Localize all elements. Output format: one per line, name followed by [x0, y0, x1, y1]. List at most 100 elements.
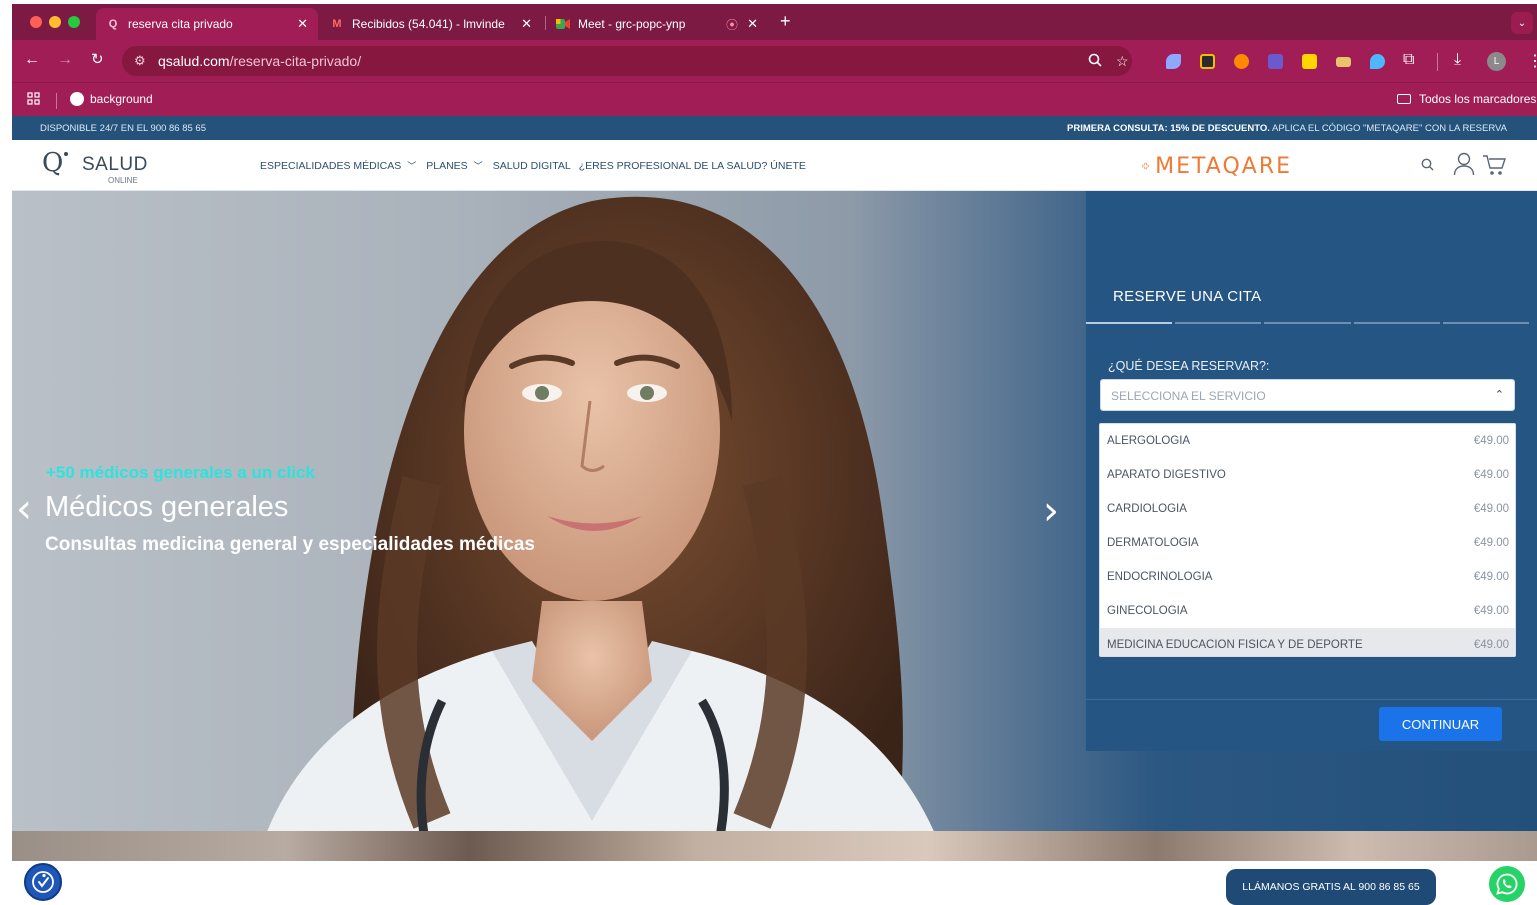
nav-planes[interactable]: PLANES ﹀: [426, 159, 482, 172]
floating-actions-bar: LLÁMANOS GRATIS AL 900 86 85 65: [12, 861, 1537, 905]
service-select[interactable]: SELECCIONA EL SERVICIO ⌃: [1100, 379, 1515, 411]
logo-mark-icon: Q: [42, 148, 64, 178]
slider-next-arrow-icon[interactable]: ›: [1043, 491, 1059, 531]
chevron-up-icon: ⌃: [1494, 389, 1504, 401]
logo-tagline: ONLINE: [108, 176, 138, 185]
whatsapp-button[interactable]: [1489, 866, 1525, 902]
browser-menu-icon[interactable]: ⋮: [1527, 51, 1537, 71]
service-option[interactable]: CARDIOLOGIA €49.00: [1100, 492, 1515, 526]
search-icon[interactable]: [1421, 158, 1434, 176]
continue-button[interactable]: CONTINUAR: [1379, 707, 1502, 741]
extension-badge-icon[interactable]: [1200, 54, 1215, 69]
nav-especialidades[interactable]: ESPECIALIDADES MÉDICAS ﹀: [260, 159, 416, 172]
minimize-window-button[interactable]: [49, 16, 61, 28]
nav-profesional[interactable]: ¿ERES PROFESIONAL DE LA SALUD? ÚNETE: [579, 160, 806, 172]
metaqare-logo[interactable]: METAQARE: [1142, 150, 1292, 182]
bookmark-label: background: [90, 92, 153, 106]
user-account-icon[interactable]: [1453, 152, 1475, 181]
tab-reserva-cita[interactable]: Q reserva cita privado ✕: [96, 8, 318, 40]
metaqare-cross-icon: [1142, 162, 1149, 170]
site-favicon-icon: Q: [108, 18, 118, 30]
extensions-puzzle-icon[interactable]: ⧉: [1403, 51, 1414, 69]
new-tab-button[interactable]: +: [780, 12, 791, 30]
browser-window: Q reserva cita privado ✕ M Recibidos (54…: [12, 4, 1537, 905]
extension-tray-icon[interactable]: [1336, 57, 1351, 67]
step-indicator: [1264, 322, 1351, 324]
hero-headline: Médicos generales: [45, 491, 289, 523]
chevron-down-icon: ﹀: [473, 161, 483, 171]
metaqare-wordmark: METAQARE: [1155, 153, 1292, 179]
service-dropdown-list: ALERGOLOGIA €49.00 APARATO DIGESTIVO €49.0…: [1099, 423, 1516, 657]
whatsapp-icon: [1496, 873, 1518, 895]
tab-search-icon[interactable]: ⌄: [1511, 12, 1533, 34]
extension-pin-icon[interactable]: [1370, 54, 1385, 69]
slider-prev-arrow-icon[interactable]: ‹: [16, 489, 32, 529]
extension-flame-icon[interactable]: [1234, 54, 1249, 69]
bookmark-star-icon[interactable]: ☆: [1116, 53, 1129, 70]
profile-avatar[interactable]: L: [1487, 52, 1506, 71]
tab-title: Recibidos (54.041) - lmvinde: [352, 17, 505, 31]
extension-dollar-icon[interactable]: [1302, 54, 1317, 69]
meet-icon: [556, 17, 570, 31]
back-arrow-icon[interactable]: ←: [24, 52, 40, 68]
bookmarks-bar: background Todos los marcadores: [12, 82, 1537, 116]
tab-strip: Q reserva cita privado ✕ M Recibidos (54…: [12, 4, 1537, 40]
bookmark-label: Todos los marcadores: [1419, 92, 1537, 106]
tab-title: Meet - grc-popc-ynp: [578, 17, 686, 31]
service-option[interactable]: APARATO DIGESTIVO €49.00: [1100, 458, 1515, 492]
logo-text: SALUD: [82, 154, 148, 175]
reload-icon[interactable]: ↻: [91, 52, 104, 68]
download-icon[interactable]: ⤓: [1454, 51, 1461, 69]
site-info-icon[interactable]: ⚙: [134, 53, 146, 69]
apps-grid-icon[interactable]: [27, 92, 40, 105]
service-option[interactable]: DERMATOLOGIA €49.00: [1100, 526, 1515, 560]
tab-meet[interactable]: Meet - grc-popc-ynp ⦿ ✕: [546, 8, 768, 40]
extension-feather-icon[interactable]: [1166, 54, 1181, 69]
globe-icon: [70, 92, 84, 106]
logo-dot: [64, 152, 68, 156]
accessibility-icon: [32, 871, 54, 893]
service-question-label: ¿QUÉ DESEA RESERVAR?:: [1108, 359, 1270, 373]
tab-gmail[interactable]: M Recibidos (54.041) - lmvinde ✕: [320, 8, 542, 40]
accessibility-button[interactable]: [24, 863, 62, 901]
service-option[interactable]: ALERGOLOGIA €49.00: [1100, 424, 1515, 458]
close-window-button[interactable]: [30, 16, 42, 28]
maximize-window-button[interactable]: [68, 16, 80, 28]
step-indicator: [1353, 322, 1440, 324]
panel-divider: [1086, 699, 1537, 700]
gmail-icon: M: [332, 18, 342, 30]
toolbar-divider: [1437, 53, 1438, 71]
call-free-button[interactable]: LLÁMANOS GRATIS AL 900 86 85 65: [1226, 869, 1436, 905]
service-option[interactable]: GINECOLOGIA €49.00: [1100, 594, 1515, 628]
main-nav: ESPECIALIDADES MÉDICAS ﹀ PLANES ﹀ SALUD DI…: [260, 159, 816, 172]
recording-indicator-icon: ⦿: [725, 18, 738, 32]
doctor-portrait-image: [267, 196, 934, 831]
step-indicator: [1086, 322, 1173, 324]
close-tab-icon[interactable]: ✕: [747, 16, 758, 32]
booking-title: RESERVE UNA CITA: [1113, 288, 1262, 305]
close-tab-icon[interactable]: ✕: [297, 16, 308, 32]
folder-icon: [1397, 94, 1411, 104]
bookmark-background[interactable]: background: [70, 92, 153, 106]
zoom-icon[interactable]: [1088, 53, 1102, 70]
bookmark-divider: [56, 93, 57, 109]
cart-icon[interactable]: [1482, 154, 1506, 181]
address-bar[interactable]: ⚙ qsalud.com/reserva-cita-privado/ ☆: [122, 46, 1132, 76]
booking-steps-progress: [1086, 322, 1530, 324]
service-select-placeholder: SELECCIONA EL SERVICIO: [1111, 389, 1266, 403]
service-option-highlighted[interactable]: MEDICINA EDUCACION FISICA Y DE DEPORTE €4…: [1100, 628, 1515, 656]
availability-text: DISPONIBLE 24/7 EN EL 900 86 85 65: [40, 123, 206, 134]
browser-toolbar: ← → ↻ ⚙ qsalud.com/reserva-cita-privado/…: [12, 40, 1537, 82]
step-indicator: [1442, 322, 1530, 324]
nav-salud-digital[interactable]: SALUD DIGITAL: [493, 160, 571, 172]
tab-title: reserva cita privado: [128, 17, 233, 31]
service-option[interactable]: ENDOCRINOLOGIA €49.00: [1100, 560, 1515, 594]
all-bookmarks-folder[interactable]: Todos los marcadores: [1397, 92, 1536, 106]
url-text[interactable]: qsalud.com/reserva-cita-privado/: [158, 53, 361, 69]
site-topbar: DISPONIBLE 24/7 EN EL 900 86 85 65 PRIME…: [12, 116, 1537, 140]
qsalud-logo[interactable]: Q SALUD ONLINE: [42, 148, 152, 185]
extension-chart-icon[interactable]: [1268, 54, 1283, 69]
close-tab-icon[interactable]: ✕: [521, 16, 532, 32]
chevron-down-icon: ﹀: [407, 161, 417, 171]
forward-arrow-icon[interactable]: →: [57, 52, 73, 68]
